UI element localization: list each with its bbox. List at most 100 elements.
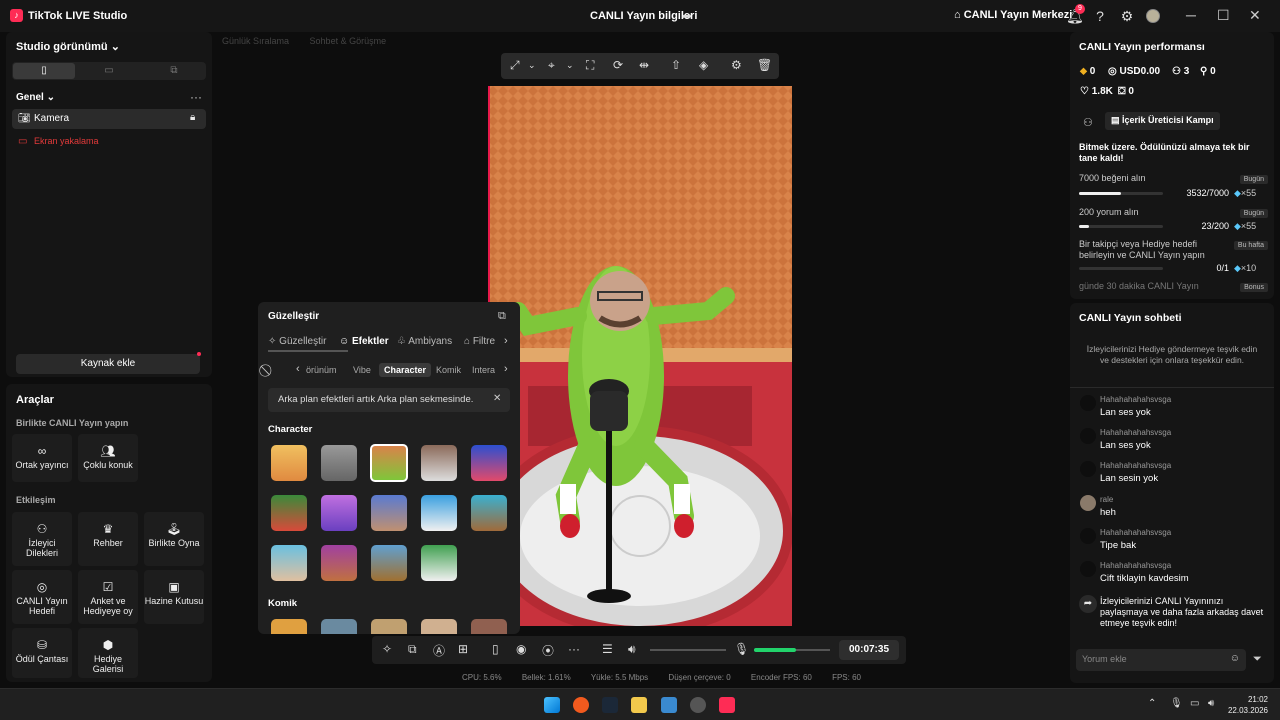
avatar[interactable] [1080,428,1096,444]
studio-view-dropdown[interactable]: Studio görünümü ⌄ [16,40,120,53]
bring-front-icon[interactable]: ⇧ [671,58,681,72]
effect-thumb[interactable] [471,495,507,531]
chevron-left-icon[interactable]: ‹ [296,363,300,375]
landscape-icon[interactable]: ▭ [78,63,140,79]
share-icon[interactable]: ➦ [682,9,692,23]
trash-icon[interactable]: 🗑︎ [757,58,772,72]
maximize-icon[interactable]: ☐ [1217,7,1230,24]
crop-icon[interactable]: ⛶ [586,58,594,73]
folder-icon[interactable] [631,697,647,713]
app-icon[interactable] [690,697,706,713]
fit-icon[interactable]: ⤢ [510,58,520,73]
mixer-icon[interactable]: ☰ [602,642,613,656]
effect-thumb[interactable] [371,545,407,581]
category-view[interactable]: örünüm [306,365,337,375]
play-together-button[interactable]: 🕹︎ Birlikte Oyna [144,512,204,566]
source-camera[interactable]: 📷︎ Kamera 🔒︎ [12,109,206,129]
chevron-right-icon[interactable]: › [504,335,508,347]
avatar[interactable] [1080,561,1096,577]
tab-daily-ranking[interactable]: Günlük Sıralama [222,36,289,46]
co-host-button[interactable]: ∞ Ortak yayıncı [12,434,72,482]
speaker-icon[interactable]: 🔊︎ [628,642,636,657]
brave-browser-icon[interactable] [573,697,589,713]
avatar[interactable] [1080,461,1096,477]
dual-icon[interactable]: ⧉ [143,63,205,79]
tab-filter[interactable]: ⌂ Filtre [464,336,495,347]
gear-icon[interactable]: ⚙ [1119,8,1135,25]
chat-username[interactable]: rale [1100,495,1113,504]
effect-thumb[interactable] [271,495,307,531]
avatar[interactable] [1080,395,1096,411]
live-preview[interactable] [488,86,792,626]
effect-thumb[interactable] [321,445,357,481]
ai-icon[interactable]: Ⓐ [433,642,445,659]
avatar[interactable] [1146,9,1160,23]
chat-username[interactable]: Hahahahahahsvsga [1100,428,1171,437]
effect-thumb[interactable] [471,445,507,481]
sticker-icon[interactable]: ⧉ [408,642,417,657]
system-clock[interactable]: 21:02 22.03.2026 [1228,694,1268,716]
app-icon[interactable] [661,697,677,713]
effect-thumb[interactable] [271,545,307,581]
effect-thumb[interactable] [421,545,457,581]
treasure-box-button[interactable]: ▣ Hazine Kutusu [144,570,204,624]
category-character[interactable]: Character [379,363,432,377]
settings-icon[interactable]: ⚙ [731,58,742,72]
chat-username[interactable]: Hahahahahahsvsga [1100,528,1171,537]
source-screen-capture[interactable]: ▭ Ekran yakalama [12,132,206,152]
viewer-wishes-button[interactable]: ⚇ İzleyici Dilekleri [12,512,72,566]
volume-icon[interactable]: 🔊︎ [1208,698,1214,709]
creator-camp-button[interactable]: ▤ İçerik Üreticisi Kampı [1105,112,1220,130]
chevron-down-icon[interactable]: ⌄ [566,60,574,71]
poll-button[interactable]: ☑ Anket ve Hediyeye oy [78,570,138,624]
tab-beautify[interactable]: ✧ Güzelleştir [268,336,326,347]
steam-icon[interactable] [602,697,618,713]
help-icon[interactable]: ? [1092,8,1108,24]
rotate-icon[interactable]: ⟳ [613,58,623,72]
popout-icon[interactable]: ⧉ [498,310,506,323]
effect-thumb[interactable] [321,619,357,634]
category-vibe[interactable]: Vibe [353,365,371,375]
effect-thumb[interactable] [371,495,407,531]
record-icon[interactable]: ◉ [516,642,526,656]
tiktok-live-icon[interactable] [719,697,735,713]
portrait-icon[interactable]: ▯ [13,63,75,79]
multi-guest-button[interactable]: 👥︎ Çoklu konuk [78,434,138,482]
tab-chat-call[interactable]: Sohbet & Görüşme [310,36,387,46]
user-edit-icon[interactable]: ⚇ [1083,116,1093,129]
layer-icon[interactable]: ◈ [699,58,708,72]
mic-icon[interactable]: 🎙︎ [734,642,749,656]
filter-icon[interactable]: ⏷ [1253,653,1262,666]
avatar[interactable] [1080,495,1096,511]
network-icon[interactable]: ▭ [1190,698,1199,709]
category-komik[interactable]: Komik [436,365,461,375]
emoji-icon[interactable]: ☺ [1230,653,1240,664]
capture-icon[interactable]: ⦿ [542,642,554,659]
wand-icon[interactable]: ✧ [382,642,392,656]
lock-icon[interactable]: 🔒︎ [190,112,195,123]
close-icon[interactable]: ✕ [493,393,501,404]
add-source-button[interactable]: Kaynak ekle [16,354,200,374]
avatar[interactable] [1080,528,1096,544]
more-icon[interactable]: ··· [568,642,580,656]
comment-input[interactable]: Yorum ekle ☺ [1076,649,1246,671]
effect-thumb[interactable] [271,619,307,634]
tray-chevron-icon[interactable]: ⌃ [1148,698,1156,709]
effect-thumb[interactable] [321,545,357,581]
effect-thumb[interactable] [421,619,457,634]
gift-gallery-button[interactable]: ⬢ Hediye Galerisi [78,628,138,678]
effect-thumb-selected[interactable] [370,444,408,482]
volume-slider[interactable] [650,649,726,651]
guide-button[interactable]: ♛ Rehber [78,512,138,566]
tab-ambience[interactable]: ♧ Ambiyans [397,336,452,347]
close-icon[interactable]: ✕ [1249,7,1261,24]
live-center-link[interactable]: ⌂ CANLI Yayın Merkezi [954,9,1072,21]
flip-icon[interactable]: ⇹ [639,58,649,72]
mic-icon[interactable]: 🎙︎ [1170,698,1183,709]
effect-thumb[interactable] [421,445,457,481]
reward-bag-button[interactable]: ⛁ Ödül Çantası [12,628,72,678]
chevron-down-icon[interactable]: ⌄ [528,60,536,71]
chat-username[interactable]: Hahahahahahsvsga [1100,561,1171,570]
category-interactive[interactable]: Intera [472,365,495,375]
chat-username[interactable]: Hahahahahahsvsga [1100,395,1171,404]
